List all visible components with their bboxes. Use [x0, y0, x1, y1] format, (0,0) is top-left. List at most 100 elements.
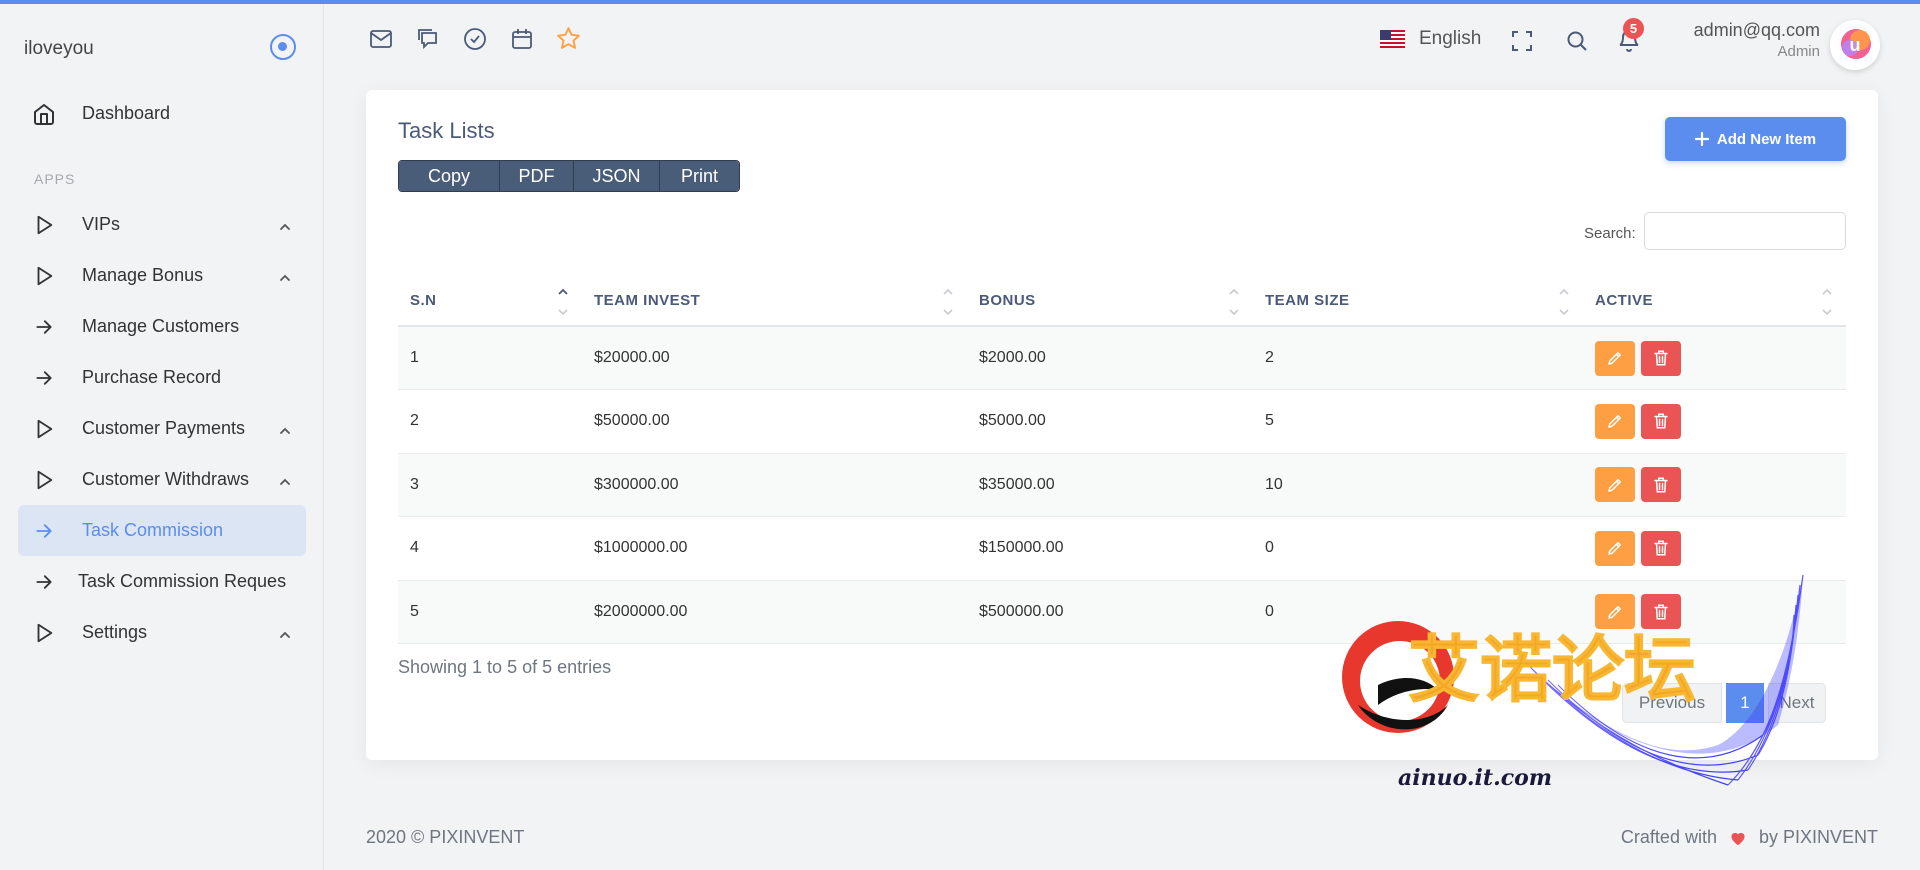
- table-cell: 0: [1253, 516, 1583, 581]
- language-selector[interactable]: English: [1380, 28, 1481, 50]
- trash-icon: [1654, 540, 1668, 556]
- sort-icon: [943, 288, 953, 316]
- table-header-row: S.N TEAM INVEST BONUS TEAM SIZE ACTIVE: [398, 275, 1846, 327]
- chevron-up-icon[interactable]: [278, 269, 292, 283]
- brand-name[interactable]: iloveyou: [24, 38, 94, 60]
- sidebar-item-customer-payments[interactable]: Customer Payments: [18, 403, 306, 454]
- copy-button[interactable]: Copy: [399, 161, 500, 191]
- footer-credit-prefix: Crafted with: [1620, 827, 1717, 847]
- sidebar-item-task-commission[interactable]: Task Commission: [18, 505, 306, 556]
- sidebar-item-label: Task Commission: [82, 520, 224, 540]
- column-header-bonus[interactable]: BONUS: [967, 275, 1253, 327]
- next-page-button[interactable]: Next: [1768, 683, 1826, 723]
- trash-icon: [1654, 413, 1668, 429]
- edit-button[interactable]: [1595, 594, 1635, 630]
- edit-button[interactable]: [1595, 403, 1635, 439]
- sidebar-item-settings[interactable]: Settings: [18, 607, 306, 658]
- add-new-item-button[interactable]: Add New Item: [1665, 117, 1846, 161]
- language-label: English: [1419, 28, 1482, 49]
- sidebar-item-label: Customer Withdraws: [82, 469, 250, 489]
- sidebar-item-label: Task Commission Reques: [78, 571, 287, 591]
- table-cell: 2: [1253, 326, 1583, 390]
- fullscreen-icon[interactable]: [1509, 28, 1535, 54]
- table-body: 1 $20000.00 $2000.00 2 2 $50000.00 $5000.00 5 3 $…: [398, 326, 1846, 644]
- table-row: 5 $2000000.00 $500000.00 0: [398, 580, 1846, 644]
- play-outline-icon: [32, 417, 56, 441]
- delete-button[interactable]: [1641, 403, 1681, 439]
- table-cell: $500000.00: [967, 580, 1253, 644]
- edit-button[interactable]: [1595, 467, 1635, 503]
- sidebar-item-dashboard[interactable]: Dashboard: [18, 88, 306, 139]
- play-outline-icon: [32, 468, 56, 492]
- print-button[interactable]: Print: [660, 161, 739, 191]
- sidebar-toggle-icon[interactable]: [270, 34, 296, 60]
- mail-icon[interactable]: [368, 26, 393, 51]
- header-shortcuts: [368, 26, 581, 51]
- check-circle-icon[interactable]: [462, 26, 487, 51]
- notification-badge: 5: [1623, 18, 1644, 39]
- table-cell: $20000.00: [582, 326, 967, 390]
- column-header-label: TEAM INVEST: [594, 291, 701, 309]
- search-input[interactable]: [1644, 212, 1846, 250]
- pdf-button[interactable]: PDF: [500, 161, 574, 191]
- column-header-team-size[interactable]: TEAM SIZE: [1253, 275, 1583, 327]
- chevron-up-icon[interactable]: [278, 473, 292, 487]
- table-cell: 0: [1253, 580, 1583, 644]
- pagination: Previous 1 Next: [1622, 683, 1826, 723]
- sidebar-item-purchase-record[interactable]: Purchase Record: [18, 352, 306, 403]
- footer-credit-suffix: by PIXINVENT: [1758, 827, 1878, 847]
- sidebar-item-vips[interactable]: VIPs: [18, 199, 306, 250]
- chevron-up-icon[interactable]: [278, 218, 292, 232]
- column-header-active[interactable]: ACTIVE: [1583, 275, 1846, 327]
- table-row: 2 $50000.00 $5000.00 5: [398, 389, 1846, 454]
- table-cell: $5000.00: [967, 389, 1253, 454]
- column-header-team-invest[interactable]: TEAM INVEST: [582, 275, 967, 327]
- chat-icon[interactable]: [415, 26, 440, 51]
- svg-text:u: u: [1850, 35, 1861, 55]
- sort-icon: [1229, 288, 1239, 316]
- table-cell: $50000.00: [582, 389, 967, 454]
- json-button[interactable]: JSON: [574, 161, 660, 191]
- sidebar-item-manage-customers[interactable]: Manage Customers: [18, 301, 306, 352]
- star-icon[interactable]: [556, 26, 581, 51]
- delete-button[interactable]: [1641, 467, 1681, 503]
- previous-page-button[interactable]: Previous: [1622, 683, 1722, 723]
- delete-button[interactable]: [1641, 594, 1681, 630]
- table-cell: 3: [398, 453, 582, 517]
- chevron-up-icon[interactable]: [278, 626, 292, 640]
- sidebar-item-label: Manage Bonus: [82, 265, 204, 285]
- table-cell-actions: [1583, 326, 1846, 390]
- search-icon[interactable]: [1564, 28, 1590, 54]
- table-cell: 4: [398, 516, 582, 581]
- sidebar-item-label: Purchase Record: [82, 367, 222, 387]
- sidebar-item-label: VIPs: [82, 214, 121, 234]
- delete-button[interactable]: [1641, 530, 1681, 566]
- column-header-label: TEAM SIZE: [1265, 291, 1350, 309]
- table-row: 3 $300000.00 $35000.00 10: [398, 453, 1846, 517]
- chevron-up-icon[interactable]: [278, 422, 292, 436]
- arrow-right-icon: [32, 315, 56, 339]
- edit-button[interactable]: [1595, 530, 1635, 566]
- heart-icon: [1731, 832, 1745, 845]
- sort-asc-icon: [558, 288, 568, 316]
- sidebar-item-task-commission-reques[interactable]: Task Commission Reques: [18, 556, 306, 607]
- column-header-sn[interactable]: S.N: [398, 275, 582, 327]
- edit-button[interactable]: [1595, 340, 1635, 376]
- table-cell: $2000000.00: [582, 580, 967, 644]
- us-flag-icon: [1380, 30, 1405, 48]
- delete-button[interactable]: [1641, 340, 1681, 376]
- avatar[interactable]: u: [1830, 20, 1880, 70]
- table-cell: $1000000.00: [582, 516, 967, 581]
- pencil-icon: [1608, 478, 1621, 492]
- user-menu[interactable]: admin@qq.com Admin: [1694, 20, 1820, 60]
- user-role: Admin: [1777, 43, 1820, 60]
- card-title: Task Lists: [398, 118, 495, 143]
- export-button-group: Copy PDF JSON Print: [398, 160, 740, 192]
- sidebar-item-customer-withdraws[interactable]: Customer Withdraws: [18, 454, 306, 505]
- table-cell-actions: [1583, 389, 1846, 454]
- calendar-icon[interactable]: [509, 26, 534, 51]
- trash-icon: [1654, 604, 1668, 620]
- page-1-button[interactable]: 1: [1726, 683, 1764, 723]
- sidebar-item-manage-bonus[interactable]: Manage Bonus: [18, 250, 306, 301]
- footer-copyright: 2020 © PIXINVENT: [366, 827, 525, 847]
